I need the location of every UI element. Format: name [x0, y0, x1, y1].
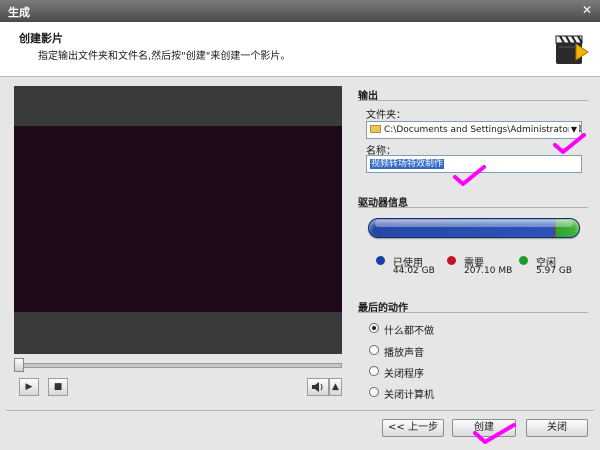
- checkmark-icon: [453, 165, 486, 186]
- stop-button[interactable]: ■: [48, 378, 68, 396]
- option-close-program-label[interactable]: 关闭程序: [384, 365, 424, 380]
- page-subtitle: 指定输出文件夹和文件名,然后按"创建"来创建一个影片。: [38, 51, 291, 62]
- seek-thumb[interactable]: [14, 358, 24, 372]
- radio-close-program[interactable]: [369, 366, 379, 376]
- clapperboard-logo-icon: [555, 35, 589, 64]
- free-legend-icon: [519, 256, 528, 265]
- back-button[interactable]: << 上一步: [382, 419, 444, 437]
- page-title: 创建影片: [19, 32, 63, 45]
- divider: [358, 100, 588, 101]
- volume-button[interactable]: [307, 378, 329, 396]
- dialog-header: 创建影片 指定输出文件夹和文件名,然后按"创建"来创建一个影片。: [0, 22, 600, 77]
- window-title: 生成: [8, 6, 30, 19]
- video-preview: [14, 86, 342, 354]
- divider: [358, 312, 588, 313]
- close-icon[interactable]: ✕: [580, 3, 594, 17]
- folder-icon: [370, 125, 381, 133]
- option-do-nothing-label[interactable]: 什么都不做: [384, 322, 434, 337]
- option-play-sound-label[interactable]: 播放声音: [384, 344, 424, 359]
- close-button[interactable]: 关闭: [526, 419, 588, 437]
- seek-slider[interactable]: [14, 358, 342, 372]
- footer-divider: [6, 410, 594, 411]
- used-value: 44.02 GB: [393, 266, 435, 276]
- folder-label: 文件夹：: [366, 110, 406, 121]
- option-shutdown-label[interactable]: 关闭计算机: [384, 386, 434, 401]
- stop-icon: ■: [53, 382, 63, 392]
- volume-dropdown[interactable]: ▲: [329, 378, 342, 396]
- folder-select[interactable]: C:\Documents and Settings\Administrator\…: [366, 121, 582, 139]
- video-frame: [14, 126, 342, 312]
- checkmark-icon: [473, 423, 516, 444]
- chevron-up-icon: ▲: [332, 382, 339, 392]
- radio-play-sound[interactable]: [369, 345, 379, 355]
- needed-legend-icon: [447, 256, 456, 265]
- used-legend-icon: [376, 256, 385, 265]
- play-icon: ▶: [25, 382, 33, 392]
- free-value: 5.97 GB: [536, 266, 573, 276]
- checkmark-icon: [553, 133, 586, 154]
- needed-value: 207.10 MB: [464, 266, 513, 276]
- name-value: 视频转场特效制作: [370, 159, 445, 169]
- divider: [358, 207, 588, 208]
- seek-track[interactable]: [14, 363, 342, 368]
- radio-shutdown[interactable]: [369, 387, 379, 397]
- drive-usage-bar: [368, 218, 580, 238]
- play-button[interactable]: ▶: [19, 378, 39, 396]
- title-bar: 生成 ✕: [0, 0, 600, 22]
- speaker-icon: [312, 382, 323, 392]
- radio-do-nothing[interactable]: [369, 323, 379, 333]
